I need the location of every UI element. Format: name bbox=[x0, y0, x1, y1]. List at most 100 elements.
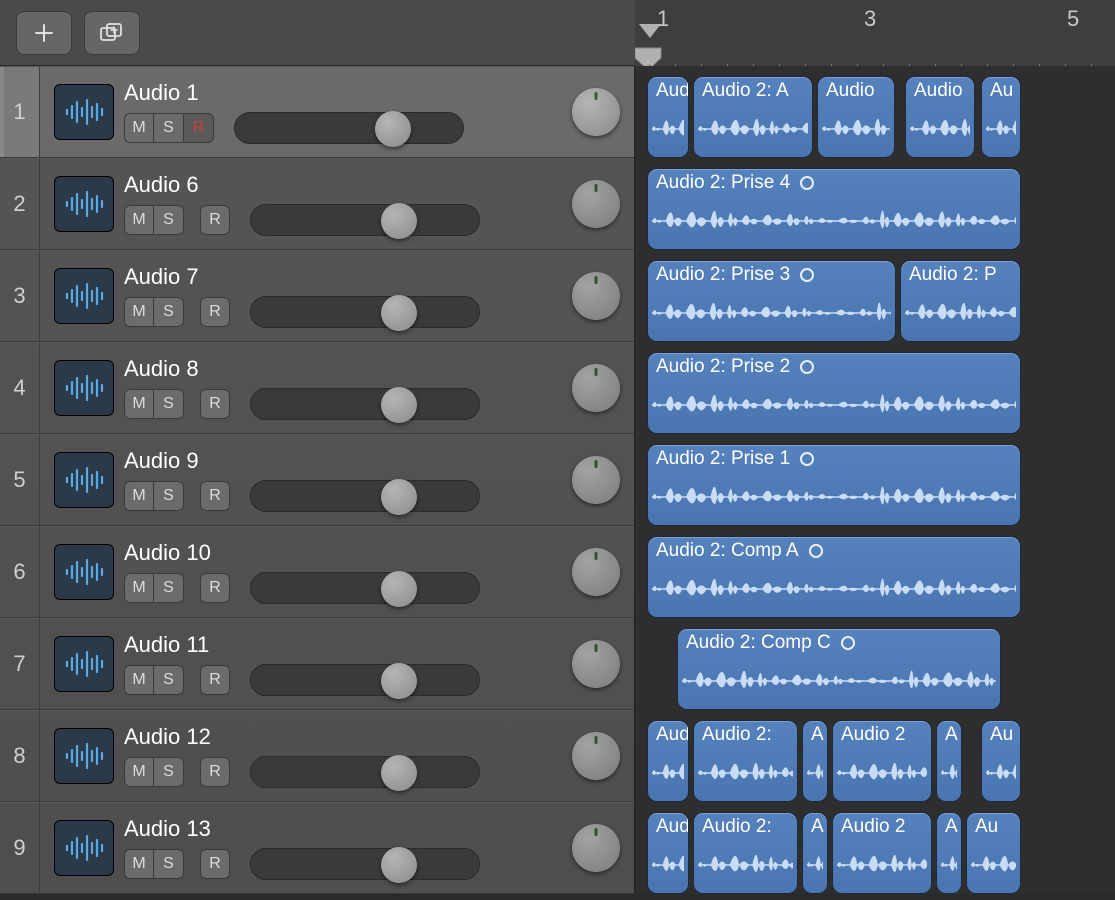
audio-region[interactable]: Audio 2: Comp A bbox=[647, 536, 1021, 618]
track-number[interactable]: 6 bbox=[0, 527, 40, 617]
audio-region[interactable]: Au bbox=[981, 76, 1021, 158]
audio-region[interactable]: A bbox=[936, 720, 962, 802]
volume-fader[interactable] bbox=[250, 388, 480, 420]
pan-knob[interactable] bbox=[572, 364, 620, 412]
record-button[interactable]: R bbox=[200, 573, 230, 603]
track-name[interactable]: Audio 6 bbox=[124, 172, 558, 198]
record-button[interactable]: R bbox=[200, 757, 230, 787]
pan-knob[interactable] bbox=[572, 456, 620, 504]
track-name[interactable]: Audio 12 bbox=[124, 724, 558, 750]
mute-button[interactable]: M bbox=[124, 665, 154, 695]
pan-knob[interactable] bbox=[572, 180, 620, 228]
record-button[interactable]: R bbox=[200, 389, 230, 419]
audio-region[interactable]: Audio 2: Prise 4 bbox=[647, 168, 1021, 250]
region-lane[interactable]: Audio 2: Prise 3Audio 2: P bbox=[635, 256, 1115, 348]
audio-region[interactable]: Audio 2: Prise 2 bbox=[647, 352, 1021, 434]
pan-knob[interactable] bbox=[572, 272, 620, 320]
track-number[interactable]: 1 bbox=[0, 67, 40, 157]
audio-region[interactable]: A bbox=[936, 812, 962, 894]
audio-region[interactable]: Audio 2: bbox=[693, 720, 798, 802]
solo-button[interactable]: S bbox=[154, 205, 184, 235]
track-name[interactable]: Audio 1 bbox=[124, 80, 558, 106]
track-number[interactable]: 7 bbox=[0, 619, 40, 709]
volume-fader[interactable] bbox=[250, 204, 480, 236]
fader-knob[interactable] bbox=[375, 111, 411, 147]
track-number[interactable]: 4 bbox=[0, 343, 40, 433]
timeline-ruler[interactable]: 135 bbox=[635, 0, 1115, 72]
track-header[interactable]: 7Audio 11MSR bbox=[0, 618, 634, 710]
volume-fader[interactable] bbox=[250, 572, 480, 604]
pan-knob[interactable] bbox=[572, 824, 620, 872]
record-button[interactable]: R bbox=[200, 297, 230, 327]
track-name[interactable]: Audio 13 bbox=[124, 816, 558, 842]
track-name[interactable]: Audio 8 bbox=[124, 356, 558, 382]
audio-region[interactable]: Audio 2 bbox=[832, 812, 932, 894]
mute-button[interactable]: M bbox=[124, 573, 154, 603]
solo-button[interactable]: S bbox=[154, 297, 184, 327]
mute-button[interactable]: M bbox=[124, 757, 154, 787]
track-header[interactable]: 3 Audio 7 MSR bbox=[0, 250, 634, 342]
mute-button[interactable]: M bbox=[124, 113, 154, 143]
mute-button[interactable]: M bbox=[124, 849, 154, 879]
region-lane[interactable]: AudAudio 2:AAudio 2AAu bbox=[635, 716, 1115, 808]
audio-region[interactable]: Audio bbox=[905, 76, 975, 158]
region-lane[interactable]: Audio 2: Comp A bbox=[635, 532, 1115, 624]
mute-button[interactable]: M bbox=[124, 297, 154, 327]
audio-region[interactable]: Audio 2: P bbox=[900, 260, 1021, 342]
solo-button[interactable]: S bbox=[154, 573, 184, 603]
pan-knob[interactable] bbox=[572, 88, 620, 136]
audio-region[interactable]: Audio 2: bbox=[693, 812, 798, 894]
region-lane[interactable]: Audio 2: Prise 4 bbox=[635, 164, 1115, 256]
region-lane[interactable]: AudAudio 2:AAudio 2AAu bbox=[635, 808, 1115, 900]
solo-button[interactable]: S bbox=[154, 113, 184, 143]
track-header[interactable]: 4 Audio 8 MSR bbox=[0, 342, 634, 434]
track-name[interactable]: Audio 7 bbox=[124, 264, 558, 290]
audio-region[interactable]: A bbox=[802, 720, 828, 802]
solo-button[interactable]: S bbox=[154, 389, 184, 419]
audio-region[interactable]: Au bbox=[966, 812, 1021, 894]
audio-region[interactable]: Audio 2: Comp C bbox=[677, 628, 1001, 710]
track-header[interactable]: 2Audio 6MSR bbox=[0, 158, 634, 250]
track-number[interactable]: 2 bbox=[0, 159, 40, 249]
track-number[interactable]: 3 bbox=[0, 251, 40, 341]
fader-knob[interactable] bbox=[381, 755, 417, 791]
audio-region[interactable]: Audio 2: Prise 1 bbox=[647, 444, 1021, 526]
fader-knob[interactable] bbox=[381, 479, 417, 515]
region-lane[interactable]: Audio 2: Prise 2 bbox=[635, 348, 1115, 440]
region-lane[interactable]: AudAudio 2: AAudioAudioAu bbox=[635, 72, 1115, 164]
audio-region[interactable]: Audio bbox=[817, 76, 895, 158]
solo-button[interactable]: S bbox=[154, 665, 184, 695]
track-name[interactable]: Audio 10 bbox=[124, 540, 558, 566]
audio-region[interactable]: Audio 2: Prise 3 bbox=[647, 260, 896, 342]
volume-fader[interactable] bbox=[234, 112, 464, 144]
track-number[interactable]: 8 bbox=[0, 711, 40, 801]
solo-button[interactable]: S bbox=[154, 849, 184, 879]
record-button[interactable]: R bbox=[200, 481, 230, 511]
track-header[interactable]: 6 Audio 10 MSR bbox=[0, 526, 634, 618]
audio-region[interactable]: A bbox=[802, 812, 828, 894]
volume-fader[interactable] bbox=[250, 756, 480, 788]
audio-region[interactable]: Au bbox=[981, 720, 1021, 802]
duplicate-track-button[interactable] bbox=[84, 11, 140, 55]
record-button[interactable]: R bbox=[184, 113, 214, 143]
region-lane[interactable]: Audio 2: Comp C bbox=[635, 624, 1115, 716]
mute-button[interactable]: M bbox=[124, 389, 154, 419]
fader-knob[interactable] bbox=[381, 571, 417, 607]
audio-region[interactable]: Audio 2: A bbox=[693, 76, 813, 158]
solo-button[interactable]: S bbox=[154, 757, 184, 787]
volume-fader[interactable] bbox=[250, 296, 480, 328]
fader-knob[interactable] bbox=[381, 387, 417, 423]
mute-button[interactable]: M bbox=[124, 205, 154, 235]
track-name[interactable]: Audio 9 bbox=[124, 448, 558, 474]
pan-knob[interactable] bbox=[572, 732, 620, 780]
volume-fader[interactable] bbox=[250, 480, 480, 512]
audio-region[interactable]: Aud bbox=[647, 720, 689, 802]
region-lane[interactable]: Audio 2: Prise 1 bbox=[635, 440, 1115, 532]
fader-knob[interactable] bbox=[381, 847, 417, 883]
volume-fader[interactable] bbox=[250, 664, 480, 696]
fader-knob[interactable] bbox=[381, 663, 417, 699]
audio-region[interactable]: Aud bbox=[647, 812, 689, 894]
track-header[interactable]: 5Audio 9MSR bbox=[0, 434, 634, 526]
track-number[interactable]: 9 bbox=[0, 803, 40, 893]
add-track-button[interactable] bbox=[16, 11, 72, 55]
